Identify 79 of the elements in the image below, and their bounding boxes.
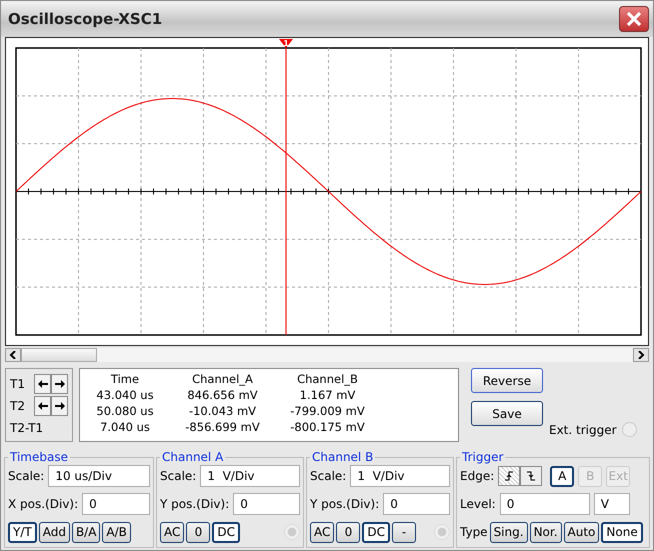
rising-edge-icon xyxy=(504,471,514,481)
cursor-right-button[interactable] xyxy=(51,396,68,416)
group-title: Trigger xyxy=(461,450,504,464)
window-title: Oscilloscope-XSC1 xyxy=(8,10,162,28)
column-header: Channel_B xyxy=(296,371,359,387)
falling-edge-button[interactable] xyxy=(520,466,542,486)
falling-edge-icon xyxy=(526,471,536,481)
scale-field[interactable]: 10 us/Div xyxy=(48,465,150,487)
mode-button[interactable]: Y/T xyxy=(8,522,37,542)
scroll-right-button[interactable] xyxy=(633,348,649,362)
field-label: Y pos.(Div): xyxy=(310,497,380,511)
table-cell-text: 846.656 mV xyxy=(186,387,259,403)
mode-button[interactable]: B/A xyxy=(72,522,100,542)
mode-button[interactable]: Add xyxy=(38,522,70,542)
channel-radio[interactable] xyxy=(434,524,450,540)
right-arrow-icon xyxy=(54,402,64,410)
type-button[interactable]: Sing. xyxy=(490,522,528,542)
channel-radio[interactable] xyxy=(284,524,300,540)
source-button[interactable]: A xyxy=(550,466,574,486)
action-button[interactable]: Save xyxy=(471,401,543,426)
unit-field[interactable]: V xyxy=(594,493,630,515)
scale-field[interactable]: 1 V/Div xyxy=(200,465,300,487)
table-cell-text: 50.080 us xyxy=(95,403,155,419)
field-label: Level: xyxy=(460,497,496,511)
field-label: Scale: xyxy=(310,469,346,483)
field-label: Edge: xyxy=(460,469,494,483)
coupling-button[interactable]: 0 xyxy=(336,522,360,542)
scroll-thumb[interactable] xyxy=(21,348,97,362)
ext-trigger-label: Ext. trigger xyxy=(549,422,617,436)
coupling-button[interactable]: DC xyxy=(362,522,390,542)
field-label: Y pos.(Div): xyxy=(160,497,230,511)
rising-edge-button[interactable] xyxy=(498,466,520,486)
position-field[interactable]: 0 xyxy=(383,493,450,515)
table-cell-text: -10.043 mV xyxy=(188,403,258,419)
scale-field[interactable]: 1 V/Div xyxy=(350,465,450,487)
coupling-button[interactable]: DC xyxy=(212,522,240,542)
cursor-left-button[interactable] xyxy=(34,396,51,416)
column-header: Time xyxy=(110,371,140,387)
cursor-marker-label: 1 xyxy=(283,39,289,48)
cursor-label: T2 xyxy=(10,398,26,414)
horizontal-scrollbar[interactable] xyxy=(5,348,649,362)
table-cell-text: -856.699 mV xyxy=(184,419,261,435)
close-button[interactable] xyxy=(619,6,649,32)
field-label: Type xyxy=(460,525,488,539)
left-arrow-icon xyxy=(38,402,48,410)
coupling-button[interactable]: AC xyxy=(310,522,334,542)
table-cell-text: 7.040 us xyxy=(99,419,151,435)
table-cell-text: -800.175 mV xyxy=(289,419,366,435)
close-icon xyxy=(626,11,642,27)
coupling-button[interactable]: AC xyxy=(160,522,184,542)
group-title: Channel A xyxy=(161,450,224,464)
type-button[interactable]: Auto xyxy=(564,522,600,542)
right-arrow-icon xyxy=(54,380,64,388)
table-cell-text: 43.040 us xyxy=(95,387,155,403)
column-header: Channel_A xyxy=(191,371,254,387)
cursor-label: T1 xyxy=(10,376,26,392)
cursor-line[interactable]: 1 xyxy=(279,39,293,336)
mode-button[interactable]: A/B xyxy=(102,522,131,542)
type-button[interactable]: None xyxy=(601,522,643,542)
table-cell-text: -799.009 mV xyxy=(289,403,366,419)
group-title: Timebase xyxy=(9,450,69,464)
level-field[interactable]: 0 xyxy=(500,493,590,515)
position-field[interactable]: 0 xyxy=(233,493,300,515)
group-title: Channel B xyxy=(311,450,374,464)
field-label: X pos.(Div): xyxy=(8,497,78,511)
field-label: Scale: xyxy=(8,469,44,483)
action-button[interactable]: Reverse xyxy=(471,368,543,393)
scroll-left-button[interactable] xyxy=(5,348,21,362)
type-button[interactable]: Nor. xyxy=(530,522,562,542)
coupling-button[interactable]: 0 xyxy=(186,522,210,542)
coupling-button[interactable]: - xyxy=(392,522,416,542)
position-field[interactable]: 0 xyxy=(82,493,150,515)
field-label: Scale: xyxy=(160,469,196,483)
table-cell-text: 1.167 mV xyxy=(298,387,356,403)
cursor-label: T2-T1 xyxy=(10,420,44,436)
ext-trigger-radio[interactable] xyxy=(622,422,637,437)
left-arrow-icon xyxy=(38,380,48,388)
cursor-left-button[interactable] xyxy=(34,374,51,394)
cursor-right-button[interactable] xyxy=(51,374,68,394)
